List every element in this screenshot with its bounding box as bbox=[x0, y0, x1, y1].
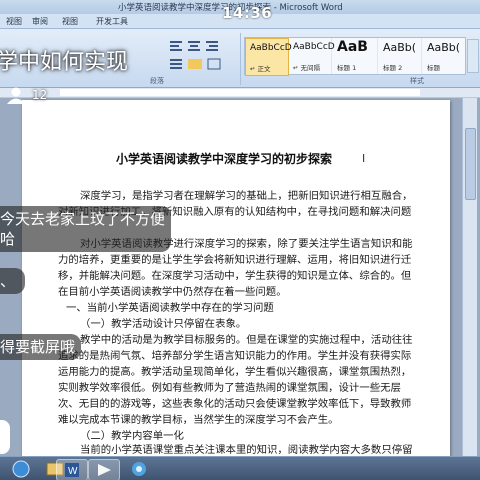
doc-line: 在目前小学英语阅读教学中仍然存在着一些问题。 bbox=[58, 286, 287, 298]
post-title: 学中如何实现 bbox=[0, 50, 129, 75]
style-name: ↵ 正文 bbox=[250, 65, 271, 73]
browser-icon[interactable] bbox=[124, 459, 154, 479]
comment-bubble: 得要截屏哦 bbox=[0, 334, 82, 360]
style-heading-1[interactable]: AaB 标题 1 bbox=[333, 38, 378, 74]
document-workspace: 小学英语阅读教学中深度学习的初步探索 I 深度学习，是指学习者在理解学习的基础上… bbox=[0, 98, 480, 456]
style-sample: AaBbCcD bbox=[250, 43, 292, 53]
styles-more-button[interactable] bbox=[467, 39, 479, 73]
doc-line: 力的培养，更重要的是让学生学会将新知识进行理解、运用，将旧知识进行迁 bbox=[58, 254, 412, 266]
doc-line: 追求的是热闹气氛、培养部分学生语言知识能力的作用。学生并没有获得实际 bbox=[58, 350, 412, 362]
doc-line: 实则教学效率很低。例如有些教师为了营造热闹的课堂氛围，设计一些无层 bbox=[58, 382, 401, 394]
doc-line: 次、无目的的游戏等，这些表象化的活动只会使课堂教学效率低下，导致教师 bbox=[58, 398, 412, 410]
style-sample: AaBbCcD bbox=[293, 42, 335, 52]
tab-view-1[interactable]: 视图 bbox=[6, 16, 22, 27]
style-normal[interactable]: AaBbCcD ↵ 正文 bbox=[245, 38, 292, 76]
start-orb-icon[interactable] bbox=[6, 459, 36, 479]
style-sample: AaBb( bbox=[427, 41, 461, 54]
viewer-count: 12 bbox=[32, 88, 48, 102]
group-divider bbox=[240, 33, 241, 85]
tab-developer[interactable]: 开发工具 bbox=[96, 16, 128, 27]
scrollbar-thumb[interactable] bbox=[465, 128, 476, 200]
media-icon[interactable] bbox=[88, 459, 120, 480]
tab-view-2[interactable]: 视图 bbox=[62, 16, 78, 27]
word-taskbar-icon[interactable]: W bbox=[56, 459, 88, 480]
comment-text: 哈 bbox=[0, 230, 16, 248]
style-name: 标题 2 bbox=[383, 64, 403, 72]
style-heading-2[interactable]: AaBb( 标题 2 bbox=[379, 38, 422, 74]
style-title[interactable]: AaBb( 标题 bbox=[423, 38, 465, 74]
doc-line: 一、当前小学英语阅读教学中存在的学习问题 bbox=[66, 302, 274, 314]
document-page[interactable]: 小学英语阅读教学中深度学习的初步探索 I 深度学习，是指学习者在理解学习的基础上… bbox=[22, 100, 450, 456]
style-name: 标题 bbox=[427, 64, 440, 72]
screen: 小学英语阅读教学中深度学习的初步探索 - Microsoft Word 视图 审… bbox=[0, 0, 480, 480]
tab-review[interactable]: 审阅 bbox=[32, 16, 48, 27]
comment-bubble: 、 bbox=[0, 268, 26, 294]
doc-line: 难以完成本节课的教学目标，当然学生的深度学习不会产生。 bbox=[58, 414, 339, 426]
paragraph-group-label: 段落 bbox=[150, 77, 164, 85]
style-sample: AaBb( bbox=[383, 41, 417, 54]
style-no-spacing[interactable]: AaBbCcD ↵ 无间隔 bbox=[289, 38, 335, 74]
paragraph-tools-icons[interactable] bbox=[168, 37, 234, 73]
taskbar: W bbox=[0, 456, 480, 480]
style-name: 标题 1 bbox=[337, 64, 357, 72]
svg-text:W: W bbox=[68, 466, 78, 477]
side-handle[interactable] bbox=[0, 420, 10, 454]
status-clock: 14:36 bbox=[222, 4, 273, 22]
horizontal-ruler[interactable] bbox=[0, 88, 480, 98]
styles-group-label: 样式 bbox=[410, 77, 424, 85]
styles-gallery: AaBbCcD ↵ 正文 AaBbCcD ↵ 无间隔 AaB 标题 1 AaBb… bbox=[244, 37, 466, 76]
text-cursor-icon: I bbox=[362, 152, 366, 165]
user-icon bbox=[7, 87, 25, 104]
doc-line: 深度学习，是指学习者在理解学习的基础上，把新旧知识进行相互融合， bbox=[80, 190, 413, 202]
style-sample: AaB bbox=[337, 39, 368, 55]
style-name: ↵ 无间隔 bbox=[293, 64, 321, 72]
comment-text: 今天去老家上玟了不方便 bbox=[0, 210, 166, 228]
doc-line: （一）教学活动设计只停留在表象。 bbox=[80, 318, 247, 330]
comment-text: 得要截屏哦 bbox=[0, 338, 76, 356]
document-title: 小学英语阅读教学中深度学习的初步探索 bbox=[116, 152, 333, 166]
comment-bubble: 今天去老家上玟了不方便 哈 bbox=[0, 206, 172, 252]
doc-line: 运用能力的提高。教学活动呈现简单化，学生看似兴趣很高，课堂氛围热烈， bbox=[58, 366, 412, 378]
doc-line: 移，并能解决问题。在深度学习活动中，学生获得的知识是立体、综合的。但 bbox=[58, 270, 412, 282]
ruler-text-area bbox=[60, 89, 420, 96]
doc-line: 教学中的活动是为教学目标服务的。但是在课堂的实施过程中，活动往往 bbox=[80, 334, 413, 346]
comment-text: 、 bbox=[0, 272, 16, 290]
vertical-scrollbar[interactable] bbox=[462, 98, 477, 456]
